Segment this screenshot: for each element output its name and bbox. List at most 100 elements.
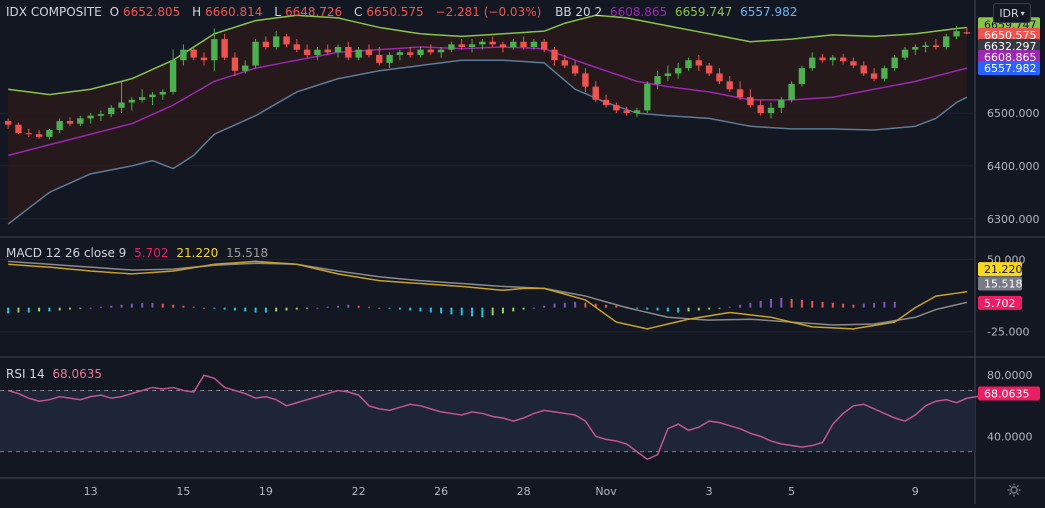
candle-body <box>396 52 404 55</box>
macd-line-badge: 21.220 <box>984 263 1023 276</box>
macd-histogram-bar <box>172 304 175 308</box>
candle-body <box>4 121 12 125</box>
time-tick-label: 28 <box>517 485 531 498</box>
candle-body <box>66 121 74 124</box>
macd-histogram-bar <box>151 302 154 308</box>
currency-dropdown[interactable]: IDR ▾ <box>993 3 1031 23</box>
candle-body <box>406 52 414 55</box>
change-value: −2.281 (−0.03%) <box>435 5 542 19</box>
macd-histogram-bar <box>501 307 504 314</box>
candle-body <box>582 73 589 87</box>
macd-histogram-bar <box>357 305 360 308</box>
candle-body <box>345 47 352 58</box>
candle-body <box>190 49 197 58</box>
macd-histogram-bar <box>120 304 123 308</box>
time-tick-label: 22 <box>352 485 366 498</box>
macd-line-value: 21.220 <box>176 246 219 260</box>
candle-body <box>541 41 548 50</box>
macd-histogram-bar <box>316 307 319 309</box>
macd-histogram-bar <box>646 307 649 310</box>
candle-body <box>149 94 156 98</box>
candle-body <box>242 65 249 71</box>
gear-icon[interactable] <box>1006 482 1022 498</box>
candle-body <box>499 44 507 47</box>
macd-histogram-bar <box>398 307 401 310</box>
bb-label[interactable]: BB 20 2 <box>555 5 602 19</box>
macd-histogram-bar <box>800 299 803 308</box>
macd-histogram-bar <box>27 307 30 313</box>
macd-histogram-bar <box>790 298 793 308</box>
candle-body <box>726 81 733 90</box>
candle-body <box>303 49 311 55</box>
macd-histogram-bar <box>244 307 247 312</box>
candle-body <box>448 44 455 50</box>
candle-body <box>46 129 53 137</box>
macd-histogram-bar <box>852 304 855 308</box>
macd-histogram-bar <box>749 302 752 308</box>
macd-histogram-bar <box>481 307 484 318</box>
candle-body <box>355 49 362 58</box>
macd-tick-label: -25.000 <box>987 326 1029 339</box>
bb-lower-value: 6557.982 <box>740 5 798 19</box>
candle-body <box>901 49 909 58</box>
candle-body <box>35 134 43 137</box>
candle-body <box>479 41 486 45</box>
candle-body <box>767 107 775 114</box>
candle-body <box>922 45 929 47</box>
time-tick-label: 3 <box>706 485 713 498</box>
candle-body <box>623 110 630 114</box>
macd-histogram-bar <box>79 307 82 309</box>
macd-histogram-bar <box>862 303 865 308</box>
macd-histogram-bar <box>337 305 340 308</box>
candle-body <box>159 91 166 95</box>
candle-body <box>293 44 300 50</box>
macd-histogram-bar <box>450 307 453 315</box>
macd-histogram-bar <box>718 307 721 309</box>
macd-histogram-bar <box>223 307 226 310</box>
macd-histogram-bar <box>429 307 432 313</box>
candle-body <box>819 57 826 61</box>
candle-body <box>231 57 239 71</box>
candle-body <box>25 133 32 135</box>
candle-body <box>200 57 208 61</box>
candle-body <box>324 49 331 53</box>
candle-body <box>530 41 538 47</box>
macd-histogram-bar <box>584 302 587 308</box>
rsi-label[interactable]: RSI 14 <box>6 367 45 381</box>
price-tick-label: 6500.000 <box>987 107 1040 120</box>
rsi-value: 68.0635 <box>52 367 103 381</box>
open-value: 6652.805 <box>123 5 181 19</box>
macd-histogram-bar <box>409 307 412 311</box>
price-legend: IDX COMPOSITE O 6652.805 H 6660.814 L 6648.… <box>6 4 801 20</box>
candle-body <box>613 105 620 111</box>
candle-body <box>736 89 744 98</box>
candle-body <box>685 60 692 69</box>
candle-body <box>778 99 785 108</box>
macd-histogram-bar <box>89 307 92 309</box>
candle-body <box>809 57 816 69</box>
macd-histogram-bar <box>842 303 845 308</box>
price-tick-label: 6400.000 <box>987 160 1040 173</box>
macd-histogram-bar <box>635 307 638 309</box>
candle-body <box>417 49 424 55</box>
macd-histogram-bar <box>378 307 381 309</box>
candle-body <box>520 41 527 47</box>
candle-body <box>118 102 125 108</box>
candle-body <box>252 41 259 66</box>
macd-histogram-bar <box>58 307 61 311</box>
candle-body <box>221 39 228 58</box>
high-value: 6660.814 <box>205 5 263 19</box>
macd-hist-badge: 5.702 <box>984 297 1016 310</box>
candle-body <box>386 54 393 63</box>
candle-body <box>87 115 94 119</box>
macd-label[interactable]: MACD 12 26 close 9 <box>6 246 126 260</box>
candle-body <box>881 68 888 79</box>
candle-body <box>716 73 723 82</box>
symbol-label[interactable]: IDX COMPOSITE <box>6 5 102 19</box>
macd-histogram-bar <box>677 307 680 313</box>
candle-body <box>510 41 517 47</box>
candle-body <box>128 99 136 103</box>
macd-histogram-bar <box>873 302 876 308</box>
candle-body <box>592 86 599 100</box>
candle-body <box>747 97 754 106</box>
